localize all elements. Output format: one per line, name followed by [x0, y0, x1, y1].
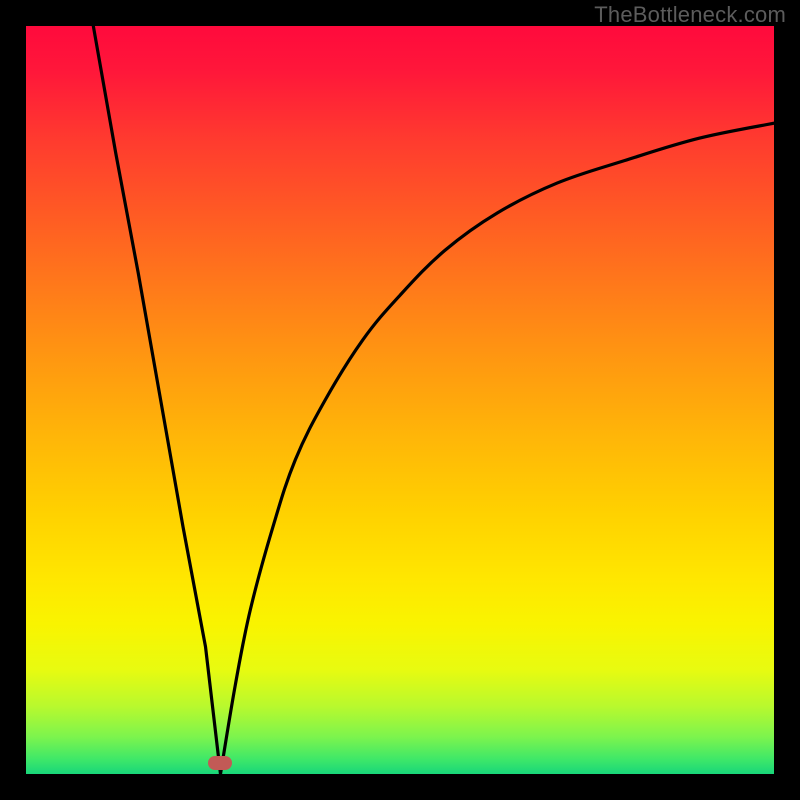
bottleneck-curve [26, 26, 774, 774]
chart-frame: TheBottleneck.com [0, 0, 800, 800]
watermark-text: TheBottleneck.com [594, 2, 786, 28]
plot-area [26, 26, 774, 774]
bottleneck-marker [208, 756, 232, 770]
